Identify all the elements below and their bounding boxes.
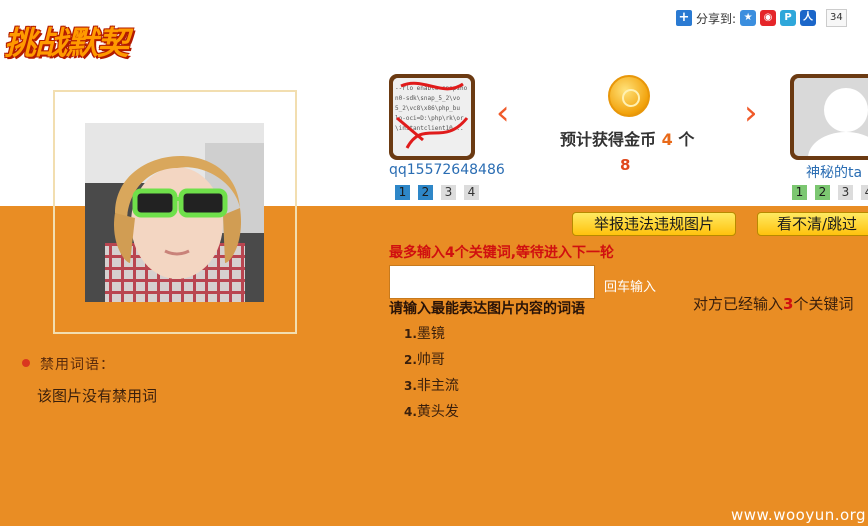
player2-avatar[interactable] — [790, 74, 868, 160]
chevron-left-icon[interactable]: ‹ — [496, 96, 510, 130]
watermark: www.wooyun.org — [731, 506, 867, 524]
game-logo: 挑战默契 — [4, 24, 129, 62]
opponent-status: 对方已经输入3个关键词 — [693, 293, 853, 314]
boy-with-sunglasses-image — [85, 123, 264, 302]
list-item: 2.帅哥 — [404, 350, 459, 376]
player2-round-2: 2 — [815, 185, 830, 200]
coin-total: 8 — [620, 156, 631, 174]
opponent-status-prefix: 对方已经输入 — [693, 295, 784, 313]
share-plus-icon[interactable]: + — [676, 10, 692, 26]
player1-round-1: 1 — [395, 185, 410, 200]
player2-avatar-image — [794, 78, 868, 156]
player1-round-2: 2 — [418, 185, 433, 200]
pengyou-icon[interactable]: P — [780, 10, 797, 26]
weibo-icon[interactable]: ◉ — [760, 10, 777, 26]
max-keywords-hint: 最多输入4个关键词,等待进入下一轮 — [389, 245, 615, 261]
enter-hint: 回车输入 — [604, 280, 657, 295]
coin-estimate-prefix: 预计获得金币 — [560, 130, 657, 149]
list-item: 3.非主流 — [404, 376, 459, 402]
player1-round-3: 3 — [441, 185, 456, 200]
keyword-text: 黄头发 — [416, 404, 459, 420]
player2-name[interactable]: 神秘的ta — [806, 162, 862, 182]
forbidden-words-empty: 该图片没有禁用词 — [37, 387, 158, 405]
svg-text:5_2\vc8\x86\php_bu: 5_2\vc8\x86\php_bu — [395, 105, 460, 112]
player2-round-3: 3 — [838, 185, 853, 200]
player1-round-indicators: 1 2 3 4 — [395, 185, 479, 200]
coin-estimate-suffix: 个 — [678, 130, 695, 149]
player2-round-indicators: 1 2 3 4 — [792, 185, 868, 200]
player1-name[interactable]: qq15572648486 — [389, 162, 505, 178]
keyword-index: 1. — [404, 327, 417, 341]
svg-text:lo-oci=D:\php\rk\or: lo-oci=D:\php\rk\or — [395, 115, 464, 122]
share-label: 分享到: — [696, 11, 737, 26]
keyword-list: 1.墨镜 2.帅哥 3.非主流 4.黄头发 — [404, 324, 459, 428]
keyword-index: 2. — [404, 353, 417, 367]
player1-avatar-image: --rlo enable-snapsho n0-sdk\snap_5_2\vo … — [393, 78, 471, 156]
player2-round-1: 1 — [792, 185, 807, 200]
keyword-text: 帅哥 — [416, 352, 445, 368]
keyword-index: 4. — [404, 405, 417, 419]
opponent-keyword-count: 3 — [783, 295, 794, 313]
share-bar: + 分享到: ★ ◉ P 人 34 — [676, 8, 847, 28]
player1-avatar[interactable]: --rlo enable-snapsho n0-sdk\snap_5_2\vo … — [389, 74, 475, 160]
forbidden-words-title: 禁用词语： — [40, 357, 115, 373]
keyword-text: 非主流 — [416, 378, 459, 394]
keyword-index: 3. — [404, 379, 417, 393]
svg-text:n0-sdk\snap_5_2\vo: n0-sdk\snap_5_2\vo — [395, 95, 460, 102]
screenshot-thumbnail-icon: --rlo enable-snapsho n0-sdk\snap_5_2\vo … — [393, 78, 471, 156]
player1-round-4: 4 — [464, 185, 479, 200]
renren-icon[interactable]: 人 — [800, 10, 817, 26]
coin-estimate: 预计获得金币 4 个 — [560, 126, 694, 150]
qzone-icon[interactable]: ★ — [740, 10, 757, 26]
keyword-input[interactable] — [389, 265, 595, 299]
gold-coin-icon — [608, 75, 650, 117]
keyword-text: 墨镜 — [416, 326, 445, 342]
opponent-status-suffix: 个关键词 — [793, 295, 854, 313]
player2-round-4: 4 — [861, 185, 868, 200]
bullet-dot-icon — [22, 359, 30, 367]
keyword-prompt: 请输入最能表达图片内容的词语 — [389, 301, 585, 317]
coin-estimate-count: 4 — [661, 130, 673, 149]
challenge-image — [85, 123, 264, 302]
list-item: 4.黄头发 — [404, 402, 459, 428]
chevron-right-icon[interactable]: › — [744, 96, 758, 130]
skip-button[interactable]: 看不清/跳过 — [757, 212, 868, 236]
default-avatar-icon — [794, 78, 868, 156]
share-count[interactable]: 34 — [826, 9, 847, 27]
report-image-button[interactable]: 举报违法违规图片 — [572, 212, 736, 236]
list-item: 1.墨镜 — [404, 324, 459, 350]
